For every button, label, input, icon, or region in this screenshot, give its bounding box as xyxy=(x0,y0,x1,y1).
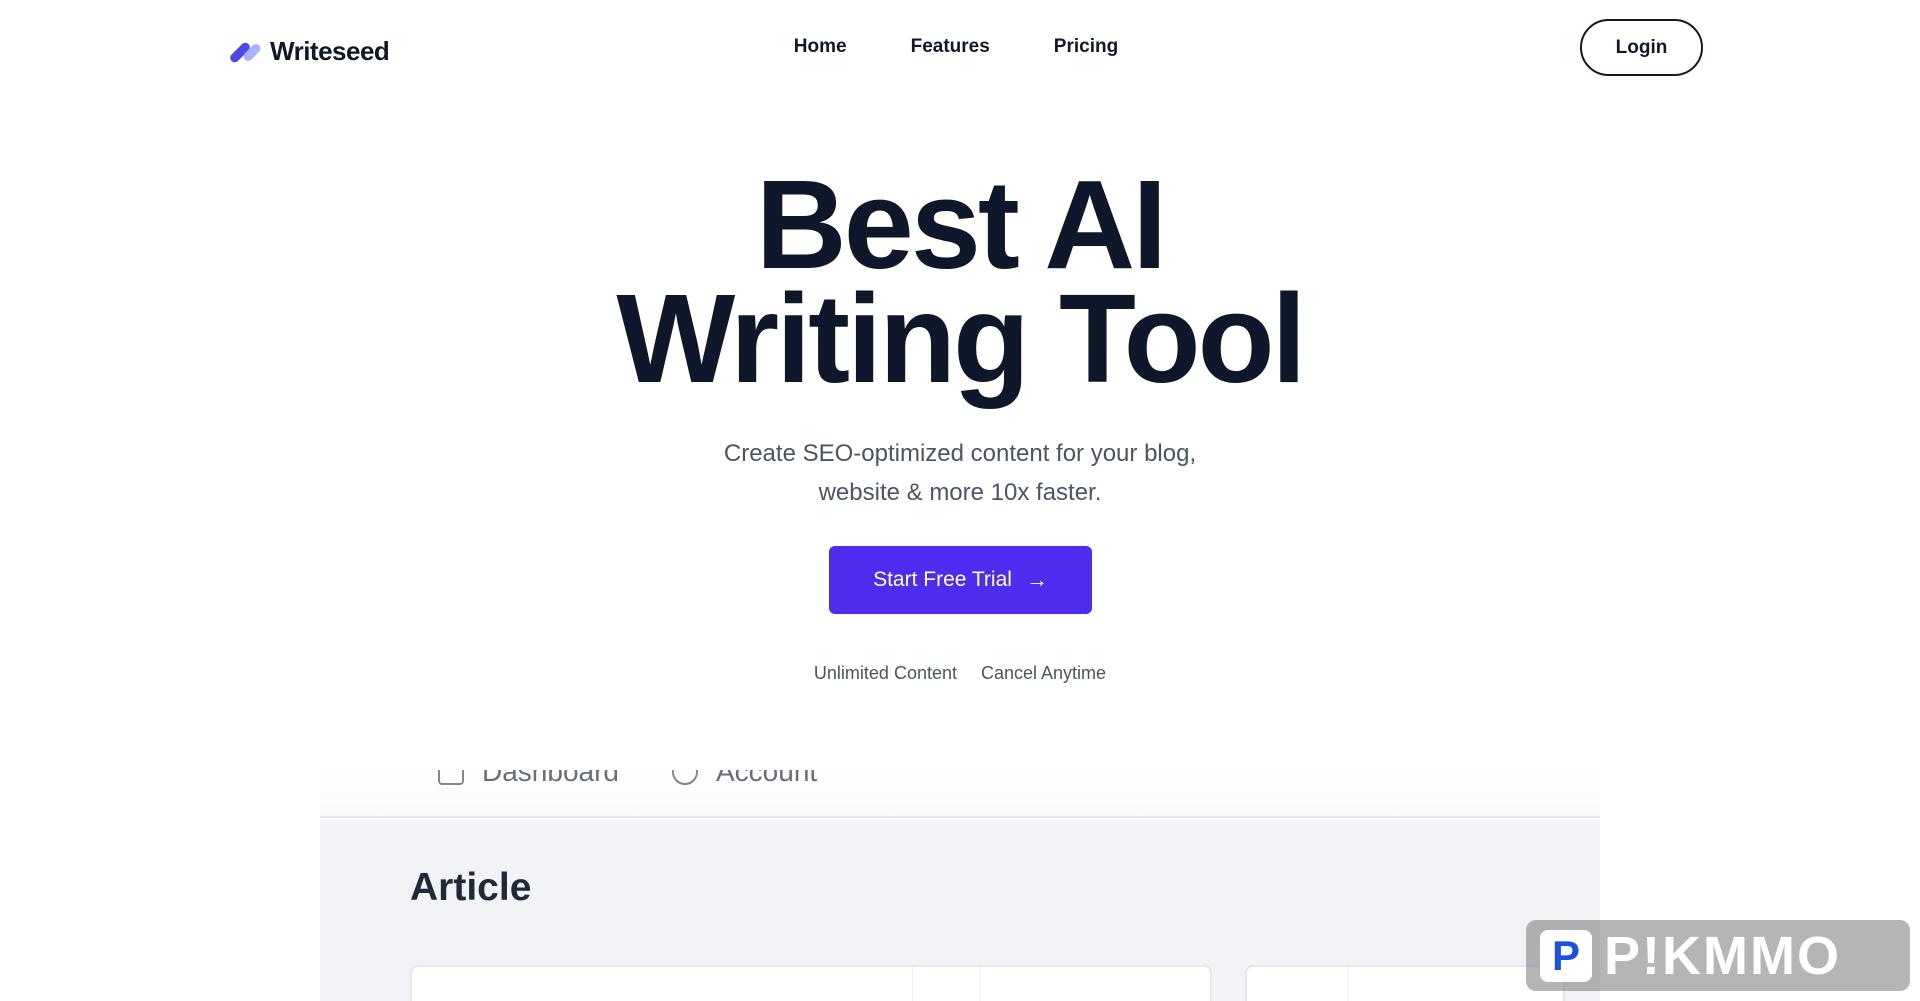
login-button[interactable]: Login xyxy=(1580,19,1703,76)
preview-tab-account: Account xyxy=(672,770,817,788)
user-icon xyxy=(672,770,698,785)
logo[interactable]: Writeseed xyxy=(228,36,390,67)
logo-mark-icon xyxy=(228,39,264,65)
perk-unlimited-content: Unlimited Content xyxy=(813,663,957,683)
preview-page-title: Article xyxy=(410,866,532,909)
preview-body: Article xyxy=(320,820,1600,1001)
preview-card xyxy=(1245,965,1565,1001)
nav-pricing[interactable]: Pricing xyxy=(1054,36,1118,58)
preview-tab-label: Dashboard xyxy=(482,770,619,787)
preview-tab-label: Account xyxy=(716,770,818,787)
cta-label: Start Free Trial xyxy=(873,568,1012,591)
preview-nav: Dashboard Account xyxy=(320,770,1600,818)
nav-home[interactable]: Home xyxy=(794,36,847,58)
preview-tab-dashboard: Dashboard xyxy=(438,770,619,788)
nav-features[interactable]: Features xyxy=(911,36,990,58)
start-free-trial-button[interactable]: Start Free Trial → xyxy=(829,546,1092,614)
perks-list: Unlimited Content Cancel Anytime xyxy=(0,663,1920,684)
hero-subtitle: Create SEO-optimized content for your bl… xyxy=(0,434,1920,512)
hero-title: Best AI Writing Tool xyxy=(0,154,1920,409)
hero-subtitle-line-2: website & more 10x faster. xyxy=(818,479,1102,506)
watermark-text: P!KMMO xyxy=(1604,925,1841,986)
watermark-badge: P xyxy=(1540,929,1592,982)
hero-title-line-1: Best AI xyxy=(755,154,1167,295)
hero-title-line-2: Writing Tool xyxy=(616,268,1306,409)
logo-text: Writeseed xyxy=(270,36,390,66)
preview-card xyxy=(410,965,1212,1001)
perk-cancel-anytime: Cancel Anytime xyxy=(981,663,1107,683)
arrow-right-icon: → xyxy=(1025,567,1048,592)
app-preview: Dashboard Account Article xyxy=(320,770,1600,1001)
hero-subtitle-line-1: Create SEO-optimized content for your bl… xyxy=(723,440,1197,467)
watermark: P P!KMMO xyxy=(1526,920,1910,991)
grid-icon xyxy=(438,770,464,785)
